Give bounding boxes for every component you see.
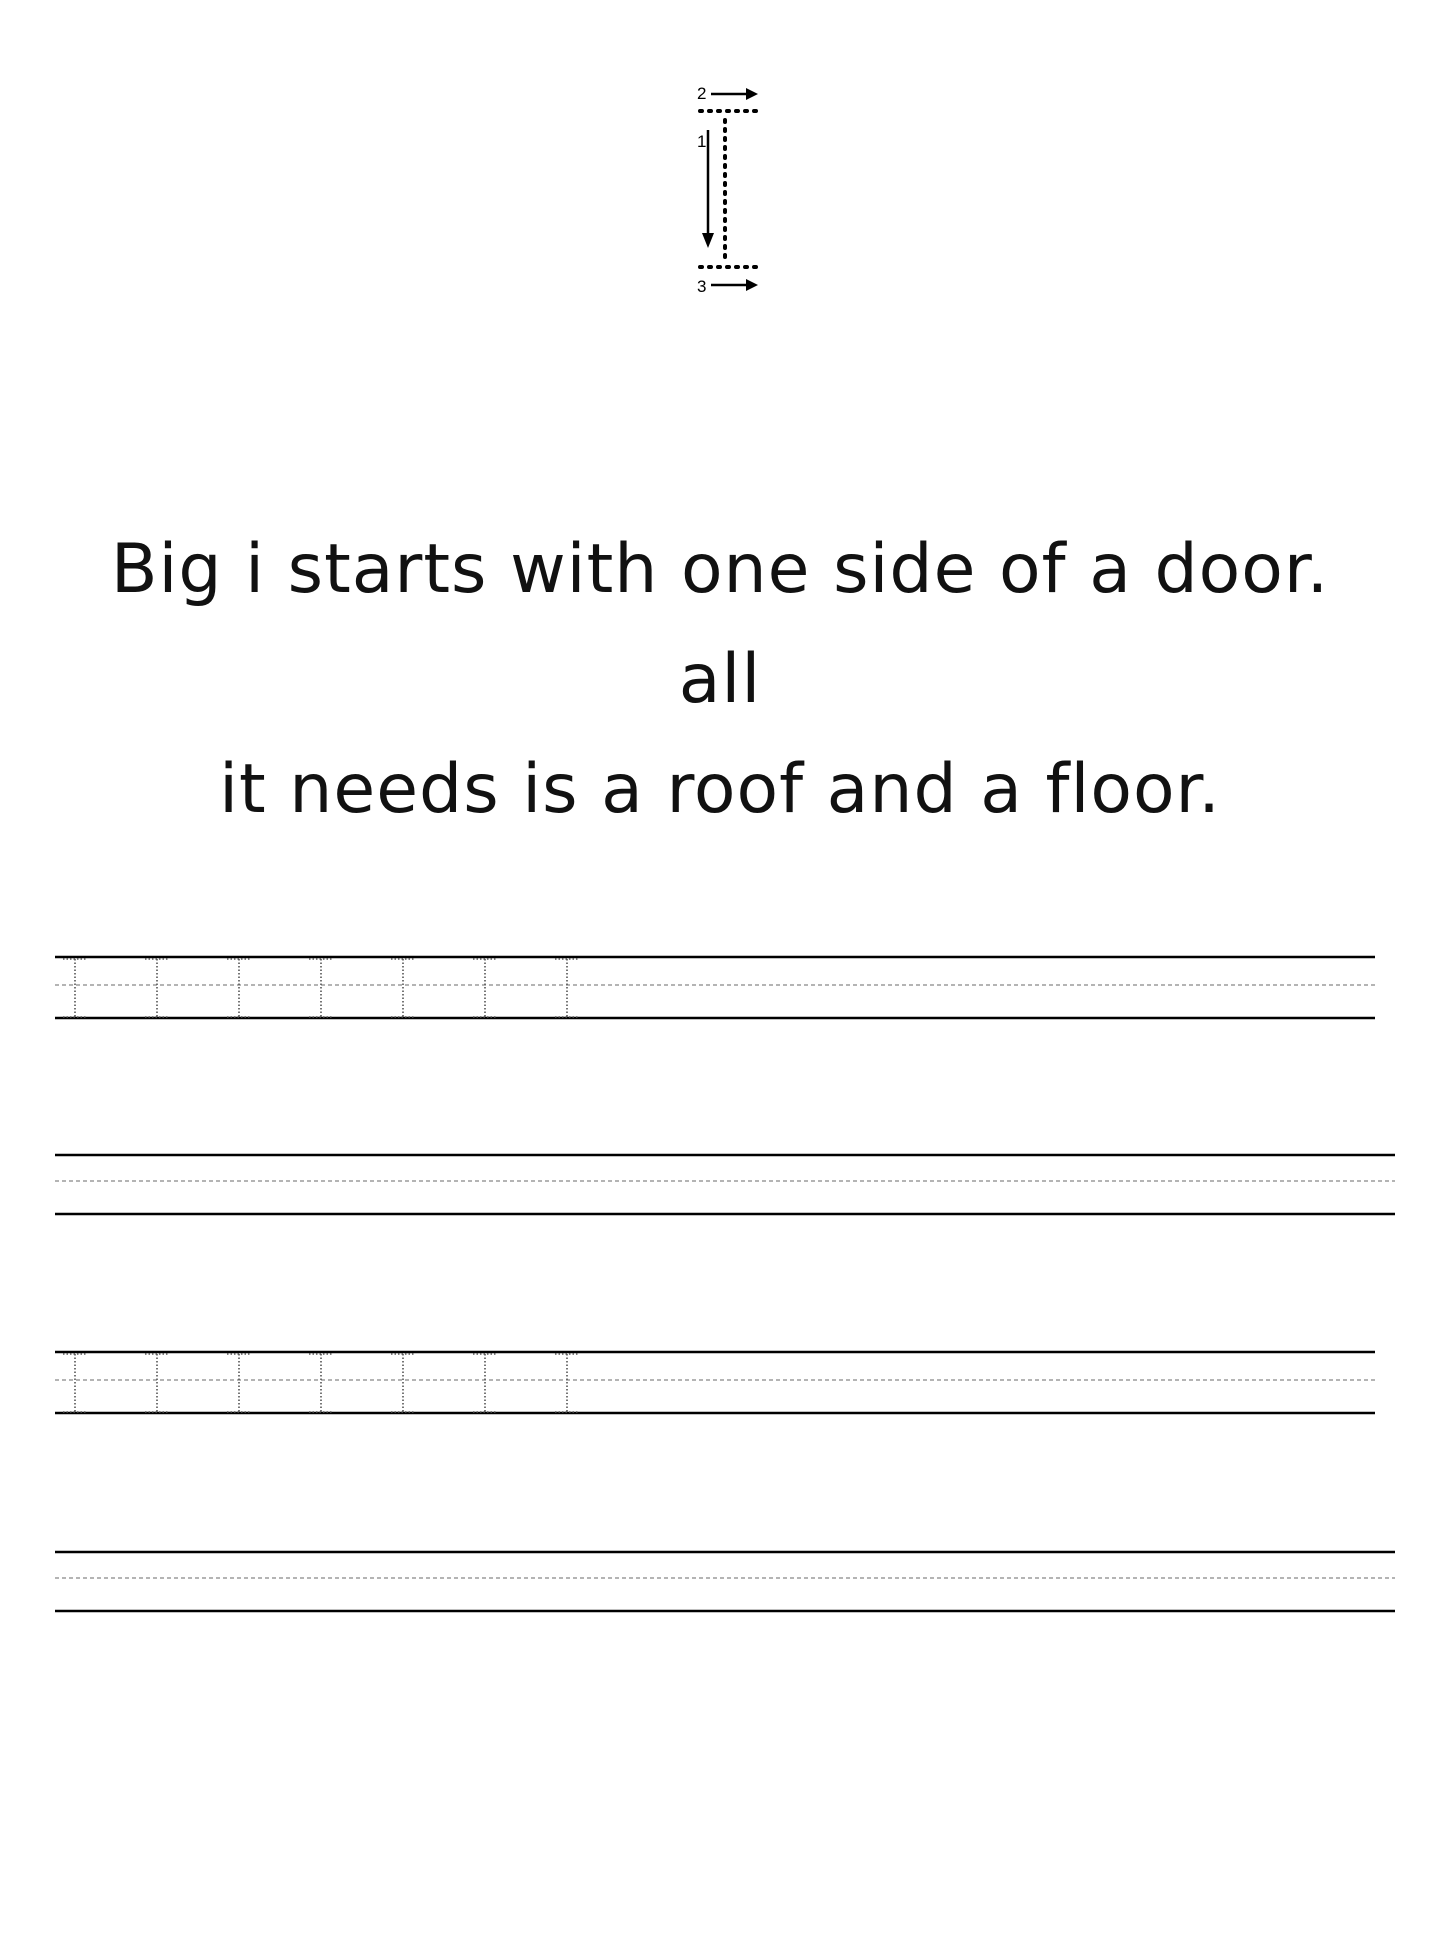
trace-i-glyph	[227, 1353, 251, 1413]
trace-i-glyph	[391, 958, 415, 1018]
trace-i-glyph	[63, 1353, 87, 1413]
step-2-arrow-head	[746, 88, 758, 100]
trace-i-glyph	[473, 958, 497, 1018]
letter-i-stroke-guide: 2 1 3	[697, 84, 759, 296]
rhyme-text: Big i starts with one side of a door. al…	[60, 515, 1380, 845]
step-2-label: 2	[697, 84, 706, 103]
trace-i-glyph	[473, 1353, 497, 1413]
practice-row-blank-1[interactable]	[55, 1153, 1395, 1223]
rhyme-line-2: it needs is a roof and a floor.	[219, 750, 1221, 829]
step-3-label: 3	[697, 277, 706, 296]
trace-i-glyph	[555, 1353, 579, 1413]
trace-i-glyph	[63, 958, 87, 1018]
step-1-label: 1	[697, 132, 706, 151]
practice-row-blank-2[interactable]	[55, 1550, 1395, 1620]
worksheet-page: 2 1 3 Big i starts with one side of a do…	[0, 0, 1440, 1937]
practice-row-tracing-1[interactable]	[55, 955, 1395, 1025]
step-1-arrow-head	[702, 233, 714, 248]
trace-i-glyph	[309, 958, 333, 1018]
traceable-i-letters	[63, 1353, 579, 1413]
trace-i-glyph	[555, 958, 579, 1018]
traceable-i-letters	[63, 958, 579, 1018]
trace-i-glyph	[309, 1353, 333, 1413]
practice-row-tracing-2[interactable]	[55, 1350, 1395, 1420]
trace-i-glyph	[145, 958, 169, 1018]
trace-i-glyph	[145, 1353, 169, 1413]
rhyme-line-1: Big i starts with one side of a door. al…	[110, 530, 1330, 719]
step-3-arrow-head	[746, 279, 758, 291]
trace-i-glyph	[391, 1353, 415, 1413]
trace-i-glyph	[227, 958, 251, 1018]
